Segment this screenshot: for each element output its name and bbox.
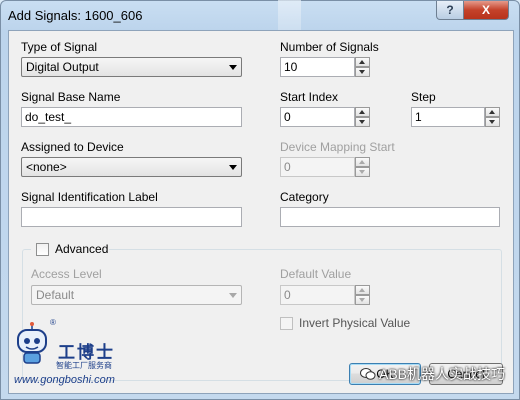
number-of-signals-spinner[interactable] <box>355 57 370 77</box>
step-value: 1 <box>415 110 422 124</box>
device-mapping-start-label: Device Mapping Start <box>280 140 395 154</box>
default-value-field: 0 <box>280 285 355 305</box>
default-value-spinner <box>355 285 370 305</box>
device-mapping-start-value: 0 <box>284 160 291 174</box>
title-bar[interactable]: Add Signals: 1600_606 ? X <box>0 0 520 30</box>
invert-physical-value-label: Invert Physical Value <box>299 316 411 330</box>
device-mapping-start-spinner <box>355 157 370 177</box>
spin-down-icon[interactable] <box>485 117 500 127</box>
spin-down-icon[interactable] <box>355 117 370 127</box>
type-of-signal-label: Type of Signal <box>21 40 98 54</box>
access-level-label: Access Level <box>31 267 102 281</box>
start-index-value: 0 <box>284 110 291 124</box>
spin-up-icon <box>355 157 370 167</box>
signal-base-name-value: do_test_ <box>25 110 72 124</box>
assigned-to-device-label: Assigned to Device <box>21 140 124 154</box>
wechat-icon <box>360 368 376 380</box>
watermark-channel: ABB机器人实战技巧 <box>360 364 505 384</box>
watermark-url: www.gongboshi.com <box>14 374 115 386</box>
watermark-subtitle: 智能工厂服务商 <box>56 361 112 370</box>
category-field[interactable] <box>280 207 500 227</box>
close-button[interactable]: X <box>463 1 509 20</box>
spin-down-icon <box>355 295 370 305</box>
invert-physical-value-checkbox <box>280 317 293 330</box>
robot-mascot-icon <box>17 322 47 364</box>
spin-up-icon <box>355 285 370 295</box>
title-bar-highlight <box>278 0 301 30</box>
step-spinner[interactable] <box>485 107 500 127</box>
signal-identification-label-field[interactable] <box>21 207 242 227</box>
start-index-field[interactable]: 0 <box>280 107 355 127</box>
watermark-channel-text: ABB机器人实战技巧 <box>379 366 506 382</box>
help-icon: ? <box>446 3 454 17</box>
type-of-signal-value: Digital Output <box>26 60 99 74</box>
assigned-to-device-value: <none> <box>26 160 67 174</box>
spin-down-icon <box>355 167 370 177</box>
signal-base-name-label: Signal Base Name <box>21 90 121 104</box>
help-button[interactable]: ? <box>436 1 464 20</box>
category-label: Category <box>280 190 329 204</box>
watermark-registered-mark: ® <box>50 318 56 327</box>
close-icon: X <box>481 3 490 17</box>
advanced-checkbox[interactable] <box>36 243 49 256</box>
spin-down-icon[interactable] <box>355 67 370 77</box>
start-index-spinner[interactable] <box>355 107 370 127</box>
number-of-signals-value: 10 <box>284 60 298 74</box>
signal-base-name-field[interactable]: do_test_ <box>21 107 242 127</box>
spin-up-icon[interactable] <box>355 57 370 67</box>
chevron-down-icon <box>229 165 237 170</box>
default-value-label: Default Value <box>280 267 352 281</box>
assigned-to-device-select[interactable]: <none> <box>21 157 242 177</box>
number-of-signals-field[interactable]: 10 <box>280 57 355 77</box>
advanced-label: Advanced <box>55 242 109 256</box>
spin-up-icon[interactable] <box>485 107 500 117</box>
access-level-select: Default <box>31 285 242 305</box>
chevron-down-icon <box>229 293 237 298</box>
step-label: Step <box>411 90 436 104</box>
chevron-down-icon <box>229 65 237 70</box>
signal-identification-label-label: Signal Identification Label <box>21 190 158 204</box>
spin-up-icon[interactable] <box>355 107 370 117</box>
default-value-value: 0 <box>284 288 291 302</box>
step-field[interactable]: 1 <box>411 107 485 127</box>
device-mapping-start-field: 0 <box>280 157 355 177</box>
window-title: Add Signals: 1600_606 <box>8 8 143 23</box>
access-level-value: Default <box>36 288 75 302</box>
number-of-signals-label: Number of Signals <box>280 40 379 54</box>
start-index-label: Start Index <box>280 90 339 104</box>
type-of-signal-select[interactable]: Digital Output <box>21 57 242 77</box>
